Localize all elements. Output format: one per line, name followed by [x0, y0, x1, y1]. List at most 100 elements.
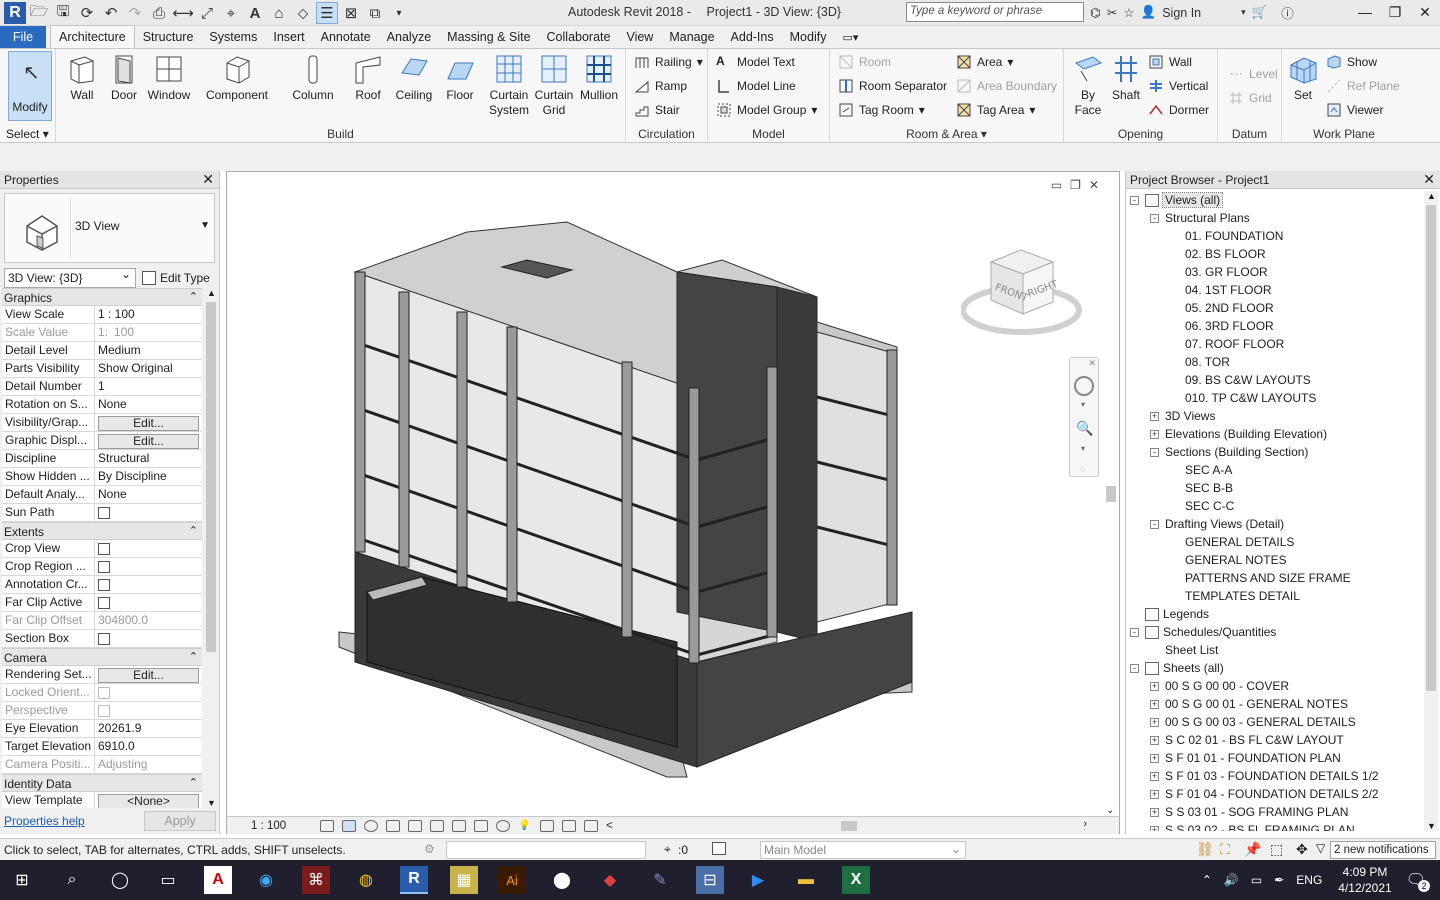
property-value-cell[interactable]: <None>	[95, 792, 202, 808]
browser-scroll-up-icon[interactable]: ▲	[1427, 191, 1436, 201]
room-separator-button[interactable]: Room Separator	[838, 75, 947, 97]
browser-node[interactable]: Legends	[1130, 605, 1424, 623]
by-face-button[interactable]: By Face	[1070, 53, 1106, 118]
viewcube[interactable]: FRONT RIGHT	[960, 242, 1087, 342]
revit-taskbar-icon[interactable]: R	[400, 866, 428, 894]
browser-node[interactable]: 09. BS C&W LAYOUTS	[1130, 371, 1424, 389]
property-value-cell[interactable]: Structural	[95, 450, 202, 467]
tab-collaborate[interactable]: Collaborate	[539, 26, 619, 48]
close-hidden-windows-icon[interactable]: ⊠	[340, 2, 362, 24]
aligned-dimension-icon[interactable]: ⤢	[196, 2, 218, 24]
browser-node[interactable]: GENERAL NOTES	[1130, 551, 1424, 569]
print-icon[interactable]: ⎙	[148, 2, 170, 24]
apply-button[interactable]: Apply	[144, 811, 216, 831]
property-row[interactable]: Target Elevation 6910.0	[2, 738, 202, 756]
browser-node[interactable]: 06. 3RD FLOOR	[1130, 317, 1424, 335]
browser-scroll-down-icon[interactable]: ▼	[1427, 821, 1436, 831]
autocad-icon[interactable]: A	[204, 866, 232, 894]
tag-icon[interactable]: ⌖	[220, 2, 242, 24]
design-options-dropdown[interactable]: Main Model ⌄	[760, 841, 966, 859]
tab-structure[interactable]: Structure	[135, 26, 202, 48]
crop-view-icon[interactable]	[430, 819, 445, 832]
tab-view[interactable]: View	[618, 26, 661, 48]
zoom-chevron-icon[interactable]: ▾	[1081, 444, 1085, 453]
property-row[interactable]: Default Analy... None	[2, 486, 202, 504]
property-edit-button[interactable]: Edit...	[98, 416, 199, 431]
property-row[interactable]: Detail Number 1	[2, 378, 202, 396]
tab-insert[interactable]: Insert	[265, 26, 312, 48]
property-checkbox[interactable]	[98, 507, 110, 519]
property-value-cell[interactable]: Medium	[95, 342, 202, 359]
property-row[interactable]: Rotation on S... None	[2, 396, 202, 414]
property-row[interactable]: Parts Visibility Show Original	[2, 360, 202, 378]
shadows-icon[interactable]	[386, 819, 401, 832]
roof-button[interactable]: Roof	[348, 53, 388, 103]
expand-toggle-icon[interactable]: +	[1150, 681, 1159, 691]
section-icon[interactable]: ⬦	[292, 2, 314, 24]
browser-node[interactable]: + S F 01 04 - FOUNDATION DETAILS 2/2	[1130, 785, 1424, 803]
browser-node[interactable]: 01. FOUNDATION	[1130, 227, 1424, 245]
expand-toggle-icon[interactable]: +	[1150, 699, 1159, 709]
view-horizontal-scroll-thumb[interactable]	[841, 821, 857, 831]
property-row[interactable]: Graphic Displ... Edit...	[2, 432, 202, 450]
column-button[interactable]: Column	[288, 53, 338, 103]
browser-node[interactable]: - Structural Plans	[1130, 209, 1424, 227]
tab-add-ins[interactable]: Add-Ins	[723, 26, 782, 48]
illustrator-icon[interactable]: Ai	[498, 866, 526, 894]
show-work-plane-button[interactable]: Show	[1326, 51, 1377, 73]
clock[interactable]: 4:09 PM 4/12/2021	[1338, 864, 1391, 896]
expand-toggle-icon[interactable]: +	[1150, 807, 1159, 817]
analytical-model-icon[interactable]	[584, 819, 599, 832]
model-line-button[interactable]: Model Line	[716, 75, 796, 97]
viewer-button[interactable]: Viewer	[1326, 99, 1383, 121]
property-value-cell[interactable]: Show Original	[95, 360, 202, 377]
property-value-cell[interactable]: 20261.9	[95, 720, 202, 737]
view-vertical-scrollbar[interactable]: ⌄	[1104, 186, 1118, 816]
property-row[interactable]: Rendering Set... Edit...	[2, 666, 202, 684]
paint-icon[interactable]: ✎	[646, 866, 674, 894]
tab-analyze[interactable]: Analyze	[379, 26, 439, 48]
zoom-icon[interactable]: 🔍	[1076, 420, 1093, 437]
property-row[interactable]: Discipline Structural	[2, 450, 202, 468]
browser-node[interactable]: 07. ROOF FLOOR	[1130, 335, 1424, 353]
switch-windows-icon[interactable]: ⧉	[364, 2, 386, 24]
browser-node[interactable]: SEC A-A	[1130, 461, 1424, 479]
area-button[interactable]: Area ▾	[956, 51, 1013, 73]
property-group-camera[interactable]: Camera ⌃	[2, 648, 202, 666]
cortana-icon[interactable]: ◯	[106, 866, 134, 894]
shaft-button[interactable]: Shaft	[1108, 53, 1144, 103]
unlocked-3d-view-icon[interactable]	[474, 819, 489, 832]
browser-node[interactable]: + S S 03 02 - BS FL FRAMING PLAN	[1130, 821, 1424, 831]
close-icon[interactable]: ✕	[1410, 0, 1440, 24]
properties-help-link[interactable]: Properties help	[4, 814, 85, 828]
property-value-cell[interactable]	[95, 504, 202, 521]
browser-node[interactable]: TEMPLATES DETAIL	[1130, 587, 1424, 605]
tab-manage[interactable]: Manage	[661, 26, 722, 48]
ribbon-display-toggle-icon[interactable]: ▭▾	[834, 26, 866, 48]
language-indicator[interactable]: ENG	[1296, 873, 1322, 887]
set-work-plane-button[interactable]: Set	[1286, 53, 1320, 103]
view-scroll-down-icon[interactable]: ⌄	[1106, 805, 1114, 816]
expand-toggle-icon[interactable]: +	[1150, 771, 1159, 781]
collapse-toggle-icon[interactable]: -	[1150, 447, 1159, 457]
search-icon[interactable]: ⌕	[58, 866, 86, 894]
navbar-options-icon[interactable]: ◌	[1080, 464, 1085, 474]
property-row[interactable]: Visibility/Grap... Edit...	[2, 414, 202, 432]
select-by-face-icon[interactable]: ⬚	[1270, 841, 1283, 858]
expand-toggle-icon[interactable]: +	[1150, 717, 1159, 727]
view-restore-icon[interactable]: ❐	[1070, 178, 1081, 192]
collapse-icon[interactable]: ⌃	[189, 776, 198, 789]
property-row[interactable]: Crop Region ...	[2, 558, 202, 576]
property-value-cell[interactable]	[95, 558, 202, 575]
wall-button[interactable]: Wall	[64, 53, 100, 103]
browser-node[interactable]: SEC C-C	[1130, 497, 1424, 515]
property-row[interactable]: Far Clip Active	[2, 594, 202, 612]
view-minimize-icon[interactable]: ▭	[1051, 178, 1062, 192]
ceiling-button[interactable]: Ceiling	[392, 53, 436, 103]
browser-node[interactable]: - Schedules/Quantities	[1130, 623, 1424, 641]
select-pinned-icon[interactable]: 📌	[1244, 841, 1261, 858]
wall-opening-button[interactable]: Wall	[1148, 51, 1192, 73]
help-icon[interactable]: ⓘ	[1281, 3, 1294, 22]
cart-icon[interactable]: 🛒	[1252, 5, 1268, 20]
filter-icon[interactable]: ▽	[1316, 841, 1325, 855]
